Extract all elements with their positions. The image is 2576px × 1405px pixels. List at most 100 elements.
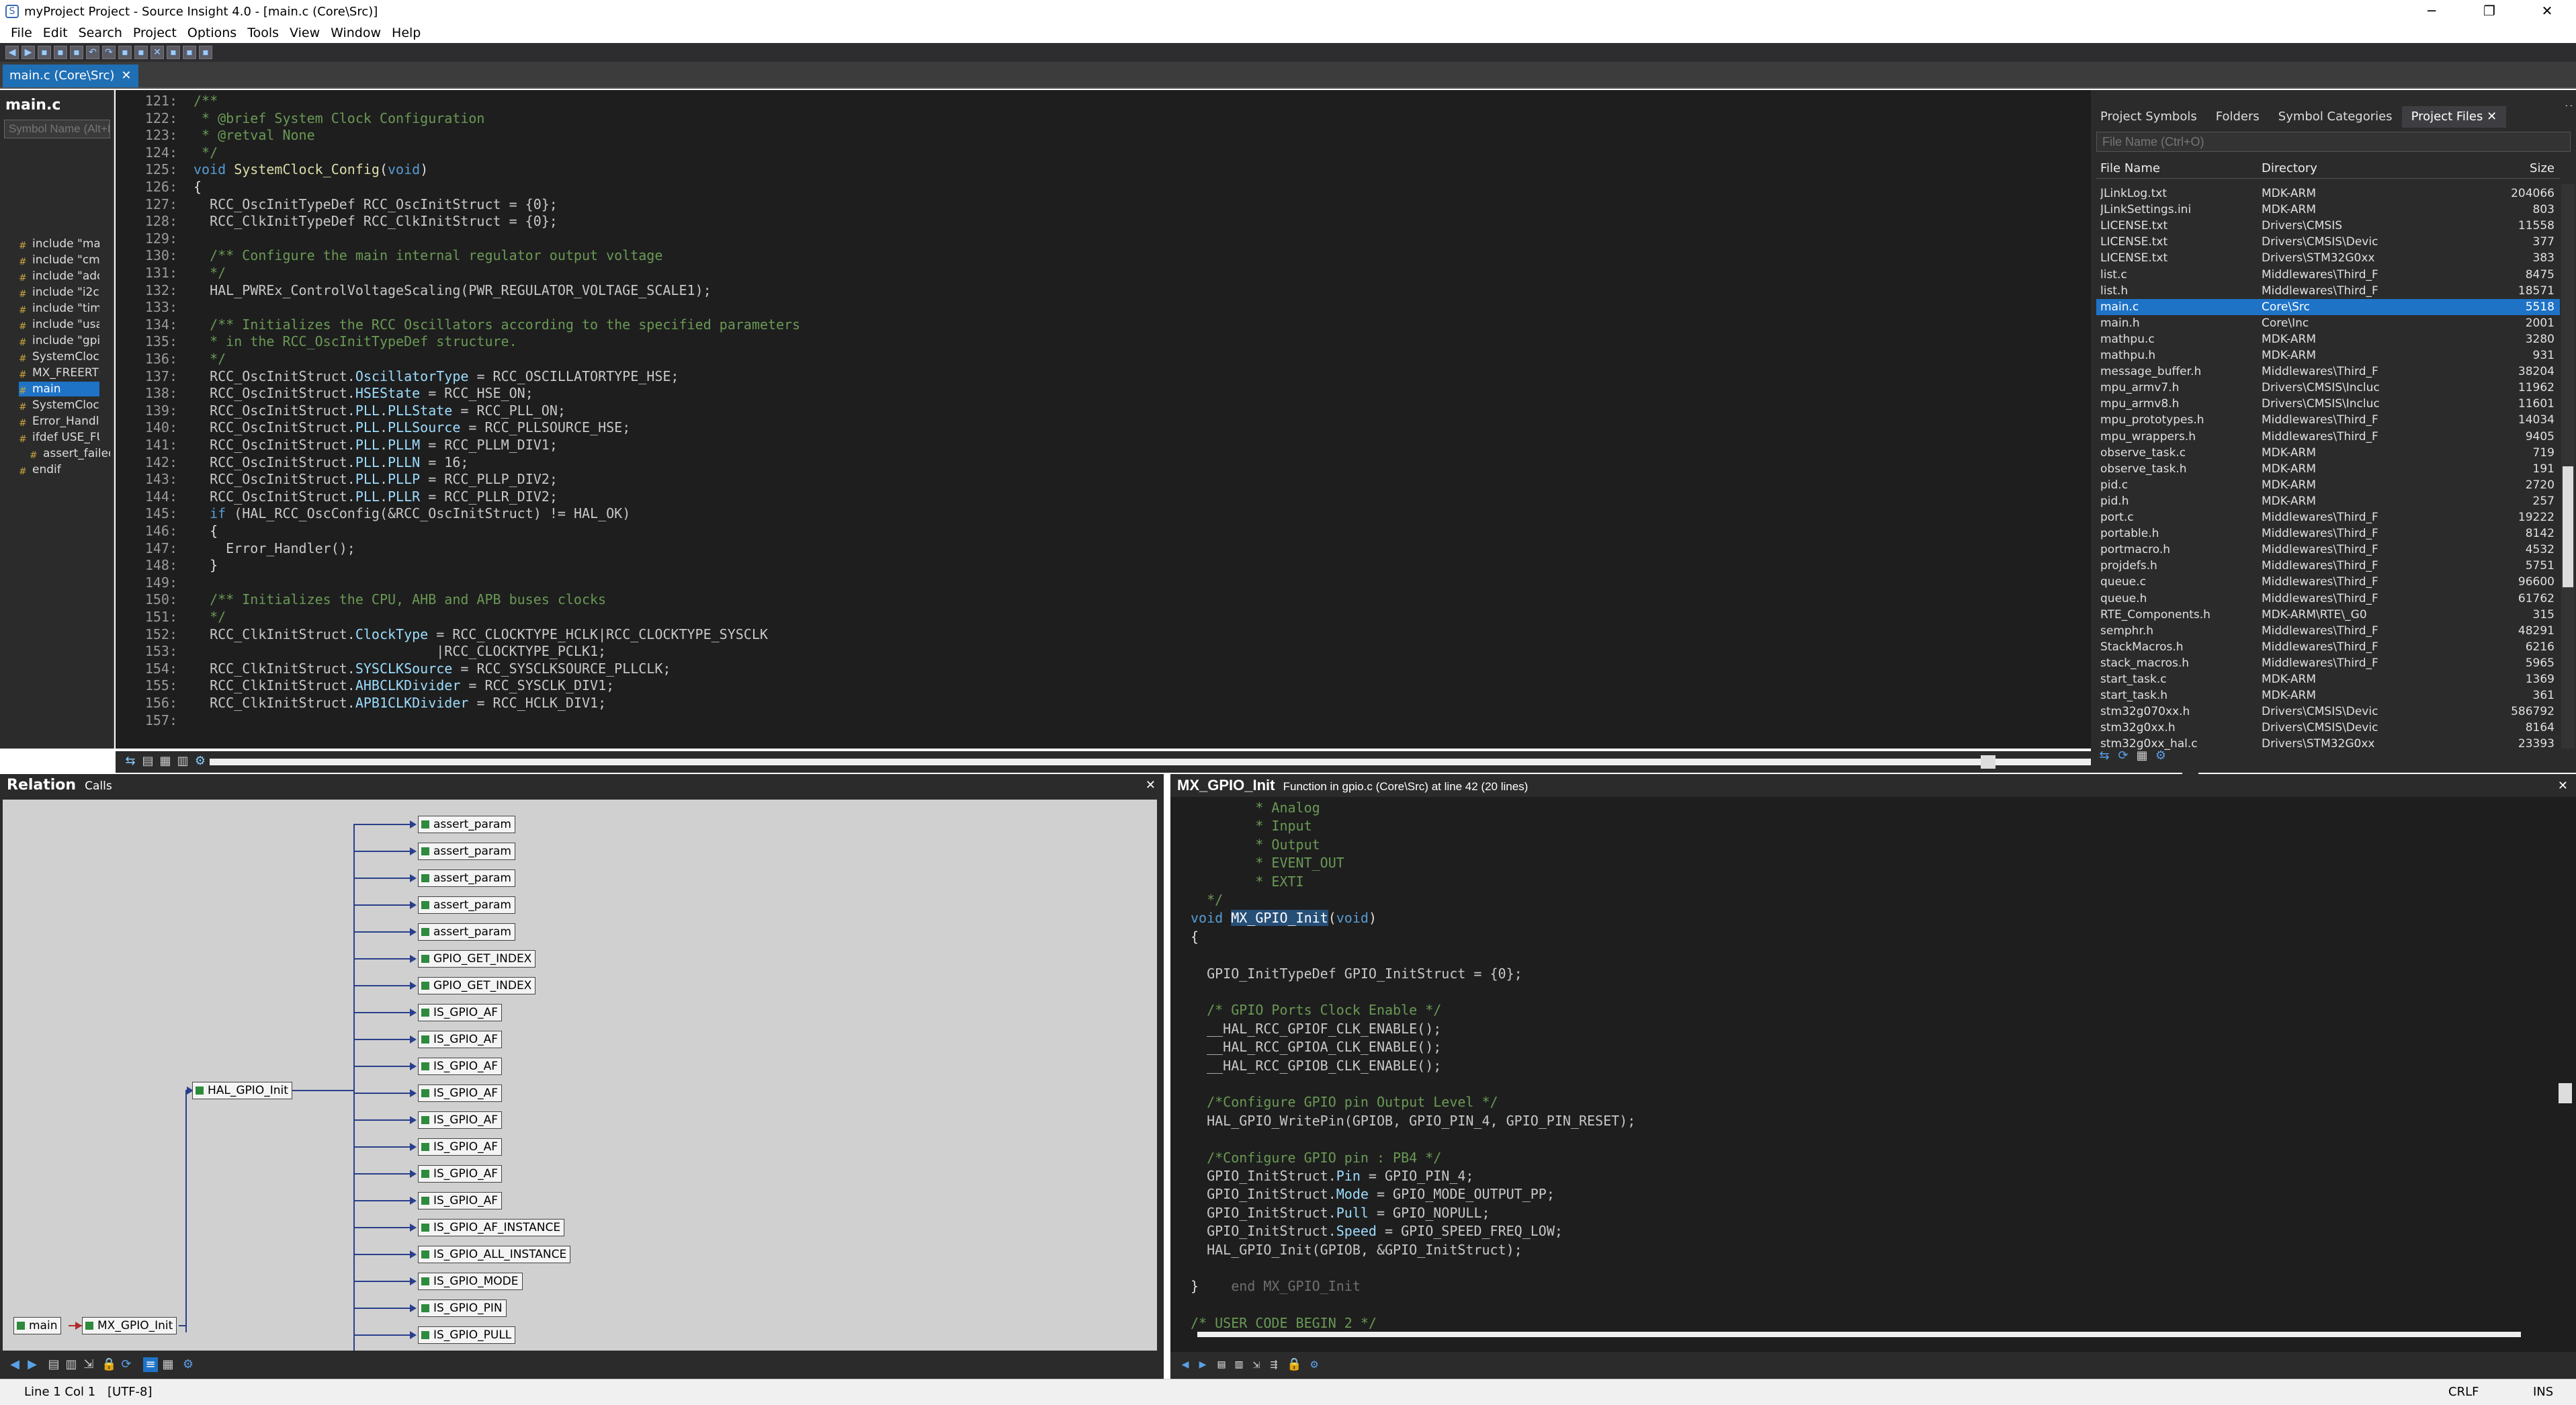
refresh-icon[interactable]: ⟳ <box>119 1357 134 1372</box>
close-icon[interactable]: ✕ <box>121 65 131 87</box>
calls-mode-icon[interactable]: ≡ <box>143 1357 158 1372</box>
file-row[interactable]: start_task.h MDK-ARM 361 <box>2096 687 2560 704</box>
tab-symbol-categories[interactable]: Symbol Categories <box>2269 106 2402 128</box>
restore-button[interactable]: ❐ <box>2460 0 2518 23</box>
close-button[interactable]: ✕ <box>2518 0 2576 23</box>
delete-icon[interactable]: ✕ <box>151 46 164 59</box>
callee-node[interactable]: GPIO_GET_INDEX <box>418 977 536 994</box>
file-row[interactable]: mathpu.c MDK-ARM 3280 <box>2096 331 2560 347</box>
undo-icon[interactable]: ↶ <box>86 46 99 59</box>
code-editor[interactable]: 121: 122: 123: 124: 125: 126: 127: 128: 129: 130:… <box>116 90 2198 839</box>
save-icon[interactable]: ▪ <box>38 46 51 59</box>
graph-icon[interactable]: ⇲ <box>1249 1357 1264 1372</box>
file-row[interactable]: list.h Middlewares\Third_F 18571 <box>2096 283 2560 299</box>
file-row[interactable]: mpu_wrappers.h Middlewares\Third_F 9405 <box>2096 429 2560 445</box>
view-icon[interactable]: ▥ <box>1232 1357 1246 1372</box>
file-row[interactable]: pid.c MDK-ARM 2720 <box>2096 477 2560 493</box>
file-name-search-input[interactable] <box>2096 132 2571 152</box>
file-row[interactable]: portmacro.h Middlewares\Third_F 4532 <box>2096 542 2560 558</box>
file-row[interactable]: mpu_armv7.h Drivers\CMSIS\Incluc 11962 <box>2096 380 2560 396</box>
relation-graph[interactable]: assert_param assert_param assert_param asse… <box>3 800 1157 1351</box>
root-node-main[interactable]: main <box>13 1317 62 1334</box>
print-icon[interactable]: ▪ <box>167 46 180 59</box>
file-row[interactable]: mathpu.h MDK-ARM 931 <box>2096 347 2560 364</box>
file-row[interactable]: RTE_Components.h MDK-ARM\RTE\_G0 315 <box>2096 607 2560 623</box>
file-row[interactable]: observe_task.c MDK-ARM 719 <box>2096 445 2560 461</box>
column-file-name[interactable]: File Name <box>2100 161 2258 175</box>
copy-icon[interactable]: ▪ <box>118 46 132 59</box>
menu-project[interactable]: Project <box>133 26 177 40</box>
file-row[interactable]: LICENSE.txt Drivers\STM32G0xx 383 <box>2096 250 2560 266</box>
tab-folders[interactable]: Folders <box>2206 106 2269 128</box>
callee-node[interactable]: IS_GPIO_AF <box>418 1165 503 1183</box>
back-icon[interactable]: ◀ <box>5 46 19 59</box>
save-all-icon[interactable]: ▪ <box>54 46 67 59</box>
forward-icon[interactable]: ▶ <box>22 46 35 59</box>
sync-icon[interactable]: ▪ <box>199 46 212 59</box>
file-row[interactable]: message_buffer.h Middlewares\Third_F 38204 <box>2096 364 2560 380</box>
file-row[interactable]: semphr.h Middlewares\Third_F 48291 <box>2096 623 2560 639</box>
symbol-list-item[interactable]: # MX_FREERTOS_Init <box>19 366 99 380</box>
menu-window[interactable]: Window <box>331 26 381 40</box>
file-row[interactable]: LICENSE.txt Drivers\CMSIS\Devic 377 <box>2096 234 2560 250</box>
context-scroll-thumb[interactable] <box>2559 1083 2572 1103</box>
file-row[interactable]: mpu_prototypes.h Middlewares\Third_F 14034 <box>2096 412 2560 428</box>
file-row[interactable]: LICENSE.txt Drivers\CMSIS 11558 <box>2096 218 2560 234</box>
settings-icon[interactable]: ⚙ <box>2153 749 2168 763</box>
callee-node[interactable]: IS_GPIO_AF <box>418 1004 503 1021</box>
callee-node[interactable]: assert_param <box>418 816 515 833</box>
file-row[interactable]: mpu_armv8.h Drivers\CMSIS\Incluc 11601 <box>2096 396 2560 412</box>
jump-icon[interactable]: ▤ <box>1214 1357 1229 1372</box>
file-row[interactable]: JLinkSettings.ini MDK-ARM 803 <box>2096 202 2560 218</box>
symbol-list-item[interactable]: # include "gpio.h" <box>19 333 99 348</box>
file-list-scroll-thumb[interactable] <box>2563 466 2573 587</box>
columns-icon[interactable]: ▥ <box>175 754 190 769</box>
file-row[interactable]: main.h Core\Inc 2001 <box>2096 315 2560 331</box>
file-row[interactable]: portable.h Middlewares\Third_F 8142 <box>2096 525 2560 542</box>
file-row[interactable]: queue.h Middlewares\Third_F 61762 <box>2096 591 2560 607</box>
file-row[interactable]: port.c Middlewares\Third_F 19222 <box>2096 509 2560 525</box>
file-row[interactable]: main.c Core\Src 5518 <box>2096 298 2560 315</box>
column-directory[interactable]: Directory <box>2262 161 2393 175</box>
callee-node[interactable]: IS_GPIO_PIN <box>418 1300 507 1317</box>
horizontal-scroll-thumb[interactable] <box>210 759 2098 765</box>
settings-icon[interactable]: ⚙ <box>193 754 208 769</box>
callee-node[interactable]: assert_param <box>418 896 515 914</box>
minimize-button[interactable]: ─ <box>2403 0 2460 23</box>
menu-search[interactable]: Search <box>79 26 122 40</box>
menu-options[interactable]: Options <box>187 26 237 40</box>
menu-file[interactable]: File <box>11 26 32 40</box>
callee-node[interactable]: IS_GPIO_AF <box>418 1031 503 1048</box>
callee-node[interactable]: IS_GPIO_AF_INSTANCE <box>418 1219 565 1236</box>
menu-help[interactable]: Help <box>392 26 421 40</box>
graph-icon[interactable]: ⇲ <box>81 1357 96 1372</box>
file-list-scrollbar[interactable] <box>2561 184 2575 749</box>
file-row[interactable]: queue.c Middlewares\Third_F 96600 <box>2096 574 2560 590</box>
file-row[interactable]: stm32g070xx.h Drivers\CMSIS\Devic 586792 <box>2096 704 2560 720</box>
callee-node[interactable]: IS_GPIO_AF <box>418 1138 503 1156</box>
callee-node[interactable]: IS_GPIO_AF <box>418 1084 503 1102</box>
lock-icon[interactable]: 🔒 <box>101 1357 116 1372</box>
symbol-list-item[interactable]: # include "usart.h" <box>19 317 99 332</box>
symbol-list-item[interactable]: # SystemClock_Config <box>19 349 99 364</box>
tree-icon[interactable]: ▥ <box>64 1357 79 1372</box>
symbol-list-item[interactable]: # include "main.h" <box>19 237 99 251</box>
lock-icon[interactable]: 🔒 <box>1287 1357 1301 1372</box>
file-row[interactable]: list.c Middlewares\Third_F 8475 <box>2096 267 2560 283</box>
symbol-list-item[interactable]: # endif <box>19 462 99 477</box>
sync-icon[interactable]: ⇆ <box>123 754 138 769</box>
menu-view[interactable]: View <box>290 26 320 40</box>
close-icon[interactable]: ✕ <box>1146 774 1156 797</box>
symbol-list-item[interactable]: # assert_failed <box>30 446 110 461</box>
open-icon[interactable]: ▪ <box>70 46 83 59</box>
symbol-list-item[interactable]: # include "tim.h" <box>19 301 99 316</box>
grid-icon[interactable]: ▦ <box>2135 749 2149 763</box>
callee-node[interactable]: assert_param <box>418 923 515 941</box>
file-row[interactable]: start_task.c MDK-ARM 1369 <box>2096 671 2560 687</box>
tab-project-symbols[interactable]: Project Symbols <box>2091 106 2206 128</box>
file-row[interactable]: StackMacros.h Middlewares\Third_F 6216 <box>2096 639 2560 655</box>
symbol-list-item[interactable]: # main <box>19 382 99 396</box>
context-horizontal-scroll-thumb[interactable] <box>1197 1332 2521 1337</box>
callee-node[interactable]: IS_GPIO_AF <box>418 1058 503 1075</box>
layout-icon[interactable]: ▦ <box>161 1357 175 1372</box>
